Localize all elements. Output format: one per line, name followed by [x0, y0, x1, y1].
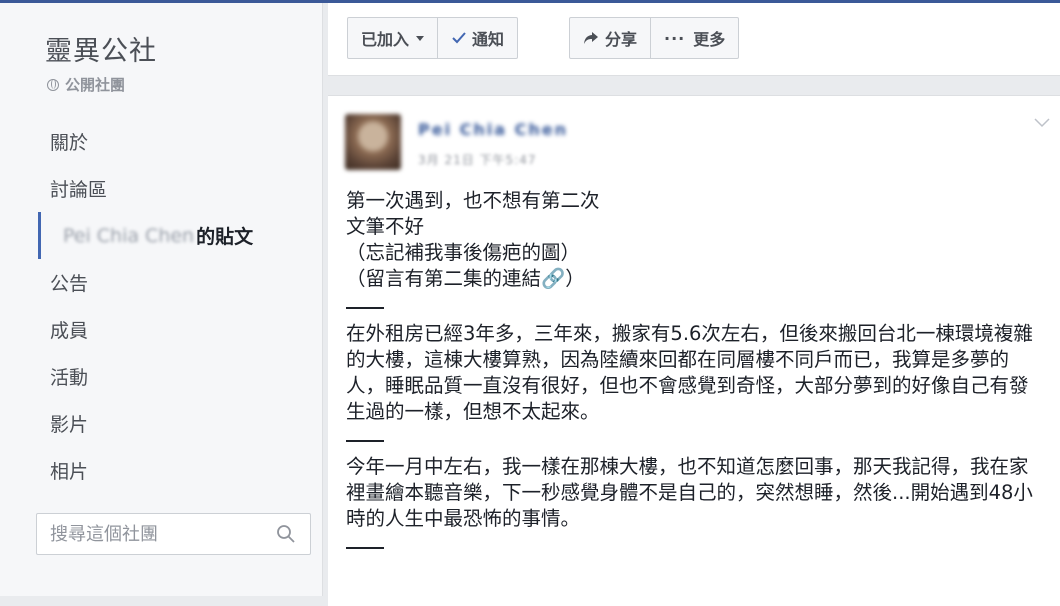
sidebar-item-label: 關於 — [50, 132, 89, 154]
sidebar-item-label: 討論區 — [50, 179, 108, 201]
sidebar-item-videos[interactable]: 影片 — [0, 400, 322, 447]
divider — [346, 440, 384, 442]
post-paragraph: 今年一月中左右，我一樣在那棟大樓，也不知道怎麼回事，那天我記得，我在家裡畫繪本聽… — [346, 455, 1033, 530]
divider — [346, 547, 384, 549]
membership-button-group: 已加入 通知 — [347, 17, 519, 59]
joined-button[interactable]: 已加入 — [348, 18, 437, 58]
post-line: （忘記補我事後傷疤的圖） — [346, 241, 581, 264]
check-icon — [452, 32, 466, 44]
divider — [346, 307, 384, 309]
post-line: （留言有第二集的連結🔗） — [346, 267, 585, 290]
sidebar-item-blurred-name: Pei Chia Chen — [63, 224, 195, 247]
sidebar-nav: 關於 討論區 Pei Chia Chen 的貼文 公告 成員 活動 影片 相片 — [0, 118, 322, 494]
sidebar-item-announcements[interactable]: 公告 — [0, 259, 322, 306]
chevron-down-icon — [416, 35, 425, 41]
group-name[interactable]: 靈異公社 — [45, 29, 157, 68]
sidebar-item-discussion[interactable]: 討論區 — [0, 165, 322, 212]
sidebar-item-label: 相片 — [50, 461, 89, 483]
chevron-down-icon[interactable] — [1034, 118, 1050, 128]
share-icon — [584, 32, 598, 44]
group-action-bar: 已加入 通知 分享 ··· 更多 — [328, 3, 1060, 76]
post-paragraph: 在外租房已經3年多，三年來，搬家有5.6次左右，但後來搬回台北一棟環境複雜的大樓… — [346, 322, 1033, 423]
more-dots-icon: ··· — [664, 28, 686, 48]
post-line: 第一次遇到，也不想有第二次 — [346, 189, 600, 212]
post-line: 文筆不好 — [346, 215, 425, 238]
share-button[interactable]: 分享 — [570, 18, 650, 58]
share-button-group: 分享 ··· 更多 — [569, 17, 740, 59]
avatar[interactable] — [345, 114, 401, 170]
post-timestamp[interactable]: 3月 21日 下午5:47 — [418, 151, 536, 168]
notifications-label: 通知 — [472, 30, 505, 49]
post-card: Pei Chia Chen 3月 21日 下午5:47 第一次遇到，也不想有第二… — [328, 95, 1060, 606]
sidebar-item-member-posts[interactable]: Pei Chia Chen 的貼文 — [38, 212, 322, 259]
sidebar-item-members[interactable]: 成員 — [0, 306, 322, 353]
group-search-box — [36, 513, 311, 555]
sidebar-item-label: 影片 — [50, 414, 89, 436]
notifications-button[interactable]: 通知 — [437, 18, 517, 58]
more-label: 更多 — [693, 30, 726, 49]
share-label: 分享 — [605, 30, 638, 49]
sidebar-item-label: 成員 — [50, 320, 89, 342]
more-button[interactable]: ··· 更多 — [650, 18, 738, 58]
sidebar-item-about[interactable]: 關於 — [0, 118, 322, 165]
post-author[interactable]: Pei Chia Chen — [418, 120, 568, 139]
sidebar-item-events[interactable]: 活動 — [0, 353, 322, 400]
group-search-input[interactable] — [37, 522, 272, 546]
post-body: 第一次遇到，也不想有第二次 文筆不好 （忘記補我事後傷疤的圖） （留言有第二集的… — [346, 188, 1046, 561]
group-type: 公開社團 — [47, 74, 125, 95]
sidebar-item-photos[interactable]: 相片 — [0, 447, 322, 494]
group-type-label: 公開社團 — [65, 76, 126, 94]
globe-icon — [47, 78, 59, 91]
sidebar-item-label: 活動 — [50, 367, 89, 389]
search-icon[interactable] — [276, 524, 296, 544]
sidebar-item-label: 的貼文 — [196, 226, 254, 248]
joined-label: 已加入 — [361, 30, 410, 49]
sidebar: 靈異公社 公開社團 關於 討論區 Pei Chia Chen 的貼文 公告 成員… — [0, 3, 323, 596]
sidebar-item-label: 公告 — [50, 273, 89, 295]
